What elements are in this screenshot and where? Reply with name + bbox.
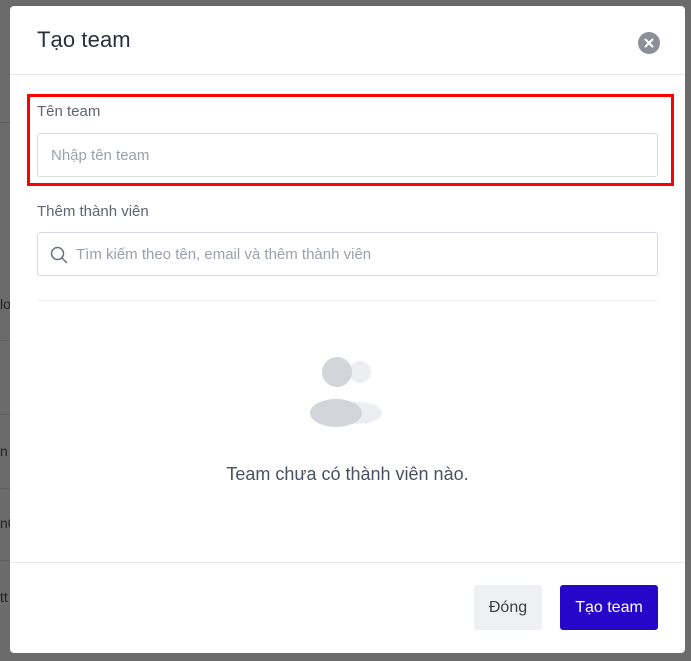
create-team-button[interactable]: Tạo team: [560, 585, 658, 630]
background-text-fragment: tt: [0, 589, 8, 605]
background-divider: [0, 414, 10, 415]
close-icon: [644, 38, 654, 48]
background-divider: [0, 560, 10, 561]
member-search-field[interactable]: [37, 232, 658, 276]
close-button[interactable]: [638, 32, 660, 54]
member-search-input[interactable]: [76, 233, 654, 275]
modal-title: Tạo team: [37, 27, 131, 52]
background-divider: [0, 340, 10, 341]
team-name-label: Tên team: [37, 103, 101, 120]
background-divider: [0, 122, 10, 123]
empty-members-text: Team chưa có thành viên nào.: [226, 464, 469, 484]
add-members-label: Thêm thành viên: [37, 203, 149, 220]
search-icon: [50, 246, 68, 264]
create-team-modal: Tạo team Tên team Thêm thành viên Team c…: [10, 6, 685, 653]
background-divider: [0, 488, 10, 489]
modal-footer-divider: [10, 562, 685, 563]
members-divider: [37, 300, 658, 301]
users-icon: [310, 357, 382, 427]
background-text-fragment: n: [0, 443, 8, 459]
background-text-fragment: lo: [0, 296, 10, 312]
background-text-fragment: n0: [0, 515, 10, 531]
team-name-input[interactable]: [37, 133, 658, 177]
modal-header: Tạo team: [10, 6, 685, 75]
close-dialog-button[interactable]: Đóng: [474, 585, 542, 630]
